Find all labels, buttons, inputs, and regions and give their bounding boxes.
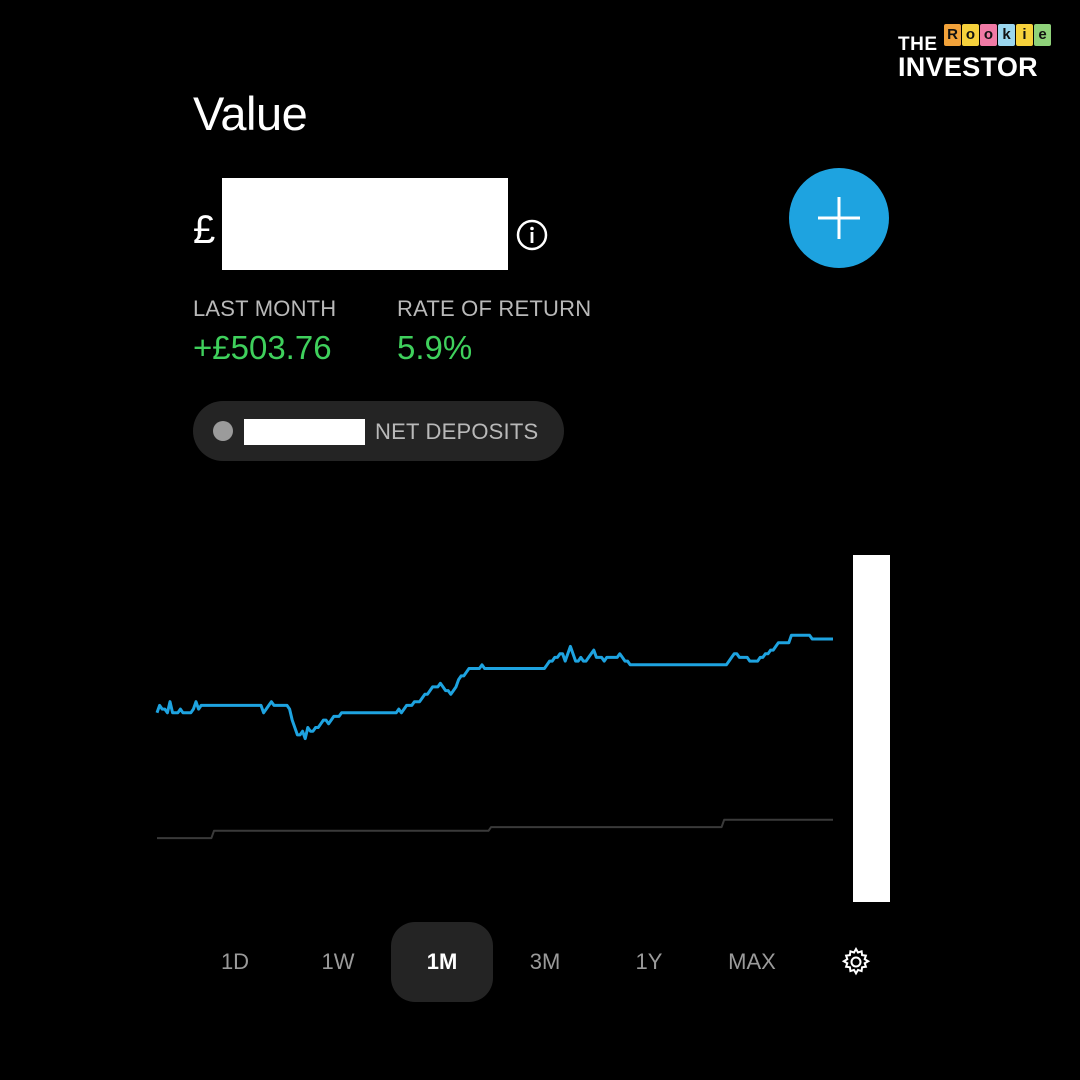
add-funds-button[interactable] [789, 168, 889, 268]
range-button-1w[interactable]: 1W [287, 922, 389, 1002]
brand-rookie-letter: e [1034, 24, 1051, 46]
brand-rookie-letter: i [1016, 24, 1033, 46]
brand-logo: THE Rookie INVESTOR [898, 18, 1058, 82]
range-button-max[interactable]: MAX [701, 922, 803, 1002]
brand-rookie-letter: o [962, 24, 979, 46]
last-month-value: +£503.76 [193, 329, 332, 366]
net-deposits-value-redacted [244, 419, 365, 445]
time-range-selector: 1D 1W 1M 3M 1Y MAX [183, 922, 903, 1002]
currency-symbol: £ [193, 208, 216, 252]
plus-icon [818, 197, 860, 239]
net-deposits-label: NET DEPOSITS [375, 419, 539, 444]
page-title: Value [193, 87, 308, 140]
value-chart[interactable] [0, 540, 1080, 920]
last-month-label: LAST MONTH [193, 296, 337, 321]
net-deposits-legend[interactable]: NET DEPOSITS [193, 401, 564, 461]
range-button-1d[interactable]: 1D [184, 922, 286, 1002]
portfolio-value-redacted [222, 178, 508, 270]
brand-rookie-letter: o [980, 24, 997, 46]
range-button-1y[interactable]: 1Y [598, 922, 700, 1002]
brand-rookie-letter: R [944, 24, 961, 46]
info-icon[interactable] [516, 219, 548, 251]
rate-of-return-label: RATE OF RETURN [397, 296, 592, 321]
brand-investor: INVESTOR [898, 52, 1038, 82]
chart-axis-redacted [853, 555, 890, 902]
brand-rookie-letter: k [998, 24, 1015, 46]
portfolio-value-line [155, 633, 833, 741]
rate-of-return-value: 5.9% [397, 329, 473, 366]
legend-dot-icon [213, 421, 233, 441]
net-deposits-line [157, 818, 833, 840]
range-button-1m[interactable]: 1M [391, 922, 493, 1002]
gear-icon[interactable] [840, 946, 872, 978]
brand-rookie: Rookie [944, 24, 1051, 46]
range-button-3m[interactable]: 3M [494, 922, 596, 1002]
